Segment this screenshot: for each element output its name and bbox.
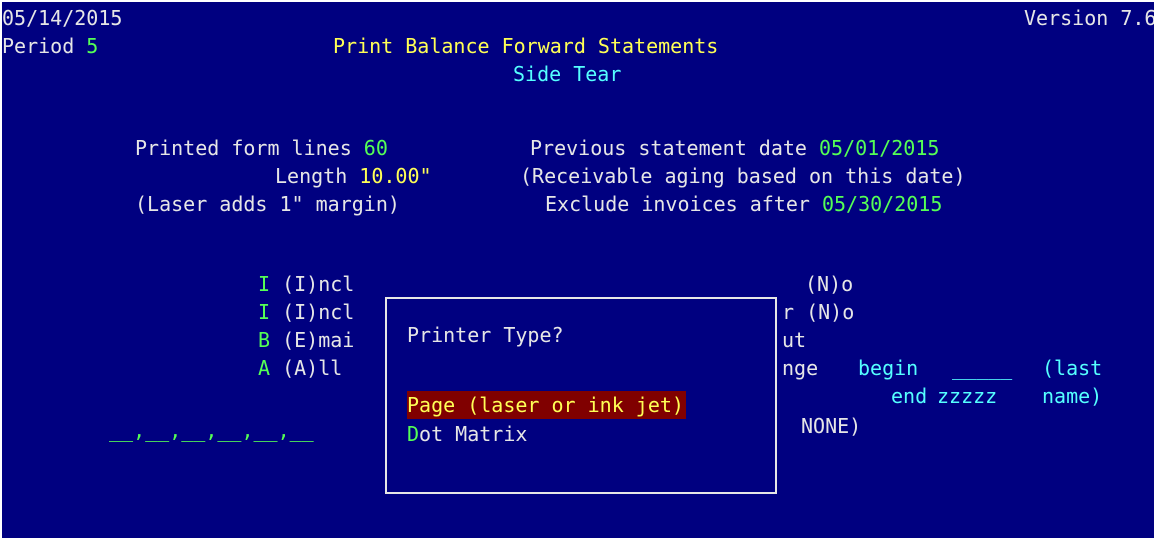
laser-margin-note: (Laser adds 1" margin): [135, 192, 400, 216]
option-value[interactable]: B: [258, 328, 270, 352]
printer-option-page[interactable]: Page (laser or ink jet): [407, 391, 686, 419]
terminal-window: 05/14/2015 Version 7.6 Period 5 Print Ba…: [2, 2, 1154, 538]
option-row: A (A)ll: [258, 354, 342, 382]
option-value[interactable]: A: [258, 356, 270, 380]
range-begin-field[interactable]: _____: [952, 354, 1012, 382]
exclude-invoices-label: Exclude invoices after: [545, 192, 810, 216]
option-label: (A)ll: [282, 356, 343, 380]
range-end-field[interactable]: zzzzz: [937, 382, 997, 410]
form-lines-value[interactable]: 60: [364, 136, 388, 160]
option-label: (I)ncl: [282, 272, 355, 296]
screen-title: Print Balance Forward Statements: [333, 34, 719, 58]
previous-statement-label: Previous statement date: [530, 136, 807, 160]
option-row: I (I)ncl: [258, 298, 354, 326]
input-fields-row[interactable]: __,__,__,__,__,__: [109, 416, 314, 444]
version-label: Version 7.6: [1024, 6, 1154, 30]
printer-option-dot-matrix[interactable]: Dot Matrix: [407, 420, 527, 448]
system-date: 05/14/2015: [2, 6, 123, 30]
exclude-invoices-date[interactable]: 05/30/2015: [822, 192, 942, 216]
option-tail: r (N)o: [782, 300, 855, 324]
option-row: B (E)mai: [258, 326, 354, 354]
form-lines-line: Printed form lines 60: [135, 134, 388, 162]
screenshot: 05/14/2015 Version 7.6 Period 5 Print Ba…: [0, 0, 1156, 550]
dialog-title: Printer Type?: [407, 323, 564, 347]
option-tail: (N)o: [805, 272, 854, 296]
none-text: NONE): [801, 414, 862, 438]
form-lines-label: Printed form lines: [135, 136, 352, 160]
aging-note: (Receivable aging based on this date): [520, 164, 966, 188]
hotkey: D: [407, 422, 420, 446]
hotkey: P: [407, 393, 420, 417]
option-tail: nge: [782, 356, 819, 380]
screen-subtitle: Side Tear: [513, 62, 622, 86]
range-name-label: name): [1042, 384, 1103, 408]
option-value[interactable]: I: [258, 300, 270, 324]
option-label: (I)ncl: [282, 300, 355, 324]
previous-statement-line: Previous statement date 05/01/2015: [530, 134, 939, 162]
option-label: (E)mai: [282, 328, 355, 352]
range-last-label: (last: [1042, 356, 1103, 380]
period-line: Period 5: [2, 32, 98, 60]
option-row: I (I)ncl: [258, 270, 354, 298]
length-label: Length: [275, 164, 348, 188]
range-end-label: end: [891, 384, 928, 408]
option-text: ot Matrix: [419, 422, 528, 446]
length-value[interactable]: 10.00": [359, 164, 431, 188]
printer-type-dialog: Printer Type? Page (laser or ink jet) Do…: [385, 297, 777, 494]
range-begin-label: begin: [858, 356, 919, 380]
option-tail: ut: [782, 328, 807, 352]
previous-statement-date[interactable]: 05/01/2015: [819, 136, 939, 160]
period-value: 5: [86, 34, 99, 58]
option-text: age (laser or ink jet): [419, 393, 684, 417]
length-line: Length 10.00": [275, 162, 432, 190]
option-value[interactable]: I: [258, 272, 270, 296]
exclude-invoices-line: Exclude invoices after 05/30/2015: [545, 190, 942, 218]
period-label: Period: [2, 34, 75, 58]
